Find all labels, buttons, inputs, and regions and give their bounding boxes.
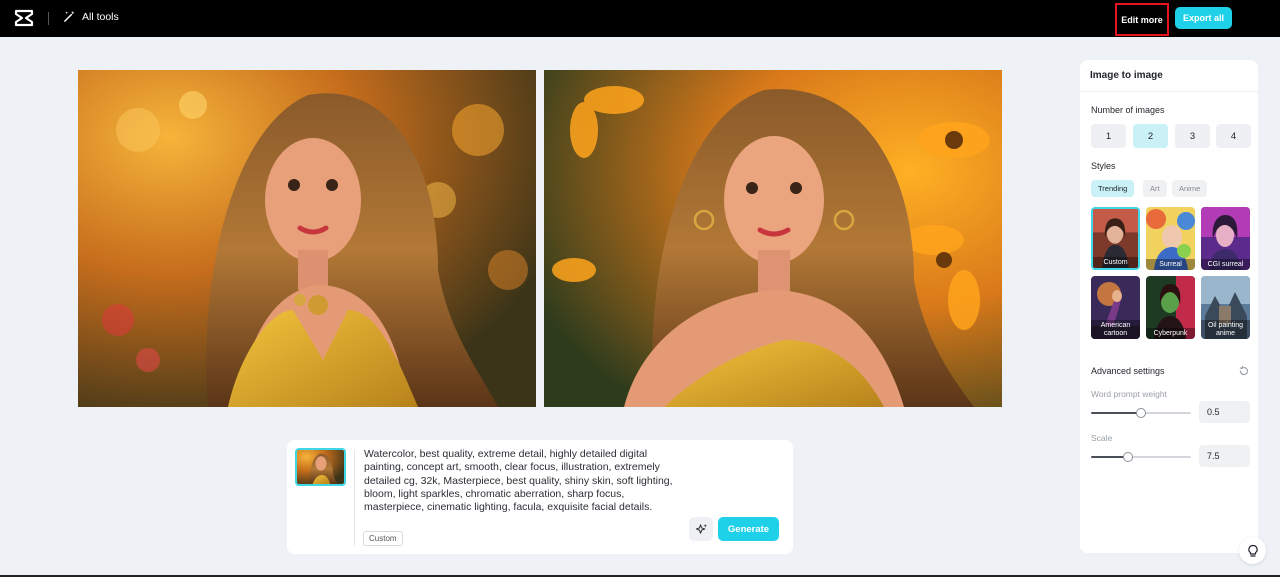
top-bar: All tools Edit more Export all — [0, 0, 1280, 37]
style-label-american-cartoon: American cartoon — [1091, 320, 1140, 339]
generate-button[interactable]: Generate — [718, 517, 779, 541]
advanced-settings-label: Advanced settings — [1091, 366, 1165, 376]
scale-input[interactable] — [1199, 445, 1250, 467]
export-all-button[interactable]: Export all — [1175, 7, 1232, 29]
style-tag: Custom — [363, 531, 403, 546]
panel-title: Image to image — [1090, 70, 1163, 81]
prompt-divider — [354, 450, 355, 546]
tab-art[interactable]: Art — [1143, 180, 1167, 197]
word-prompt-weight-input[interactable] — [1199, 401, 1250, 423]
thumbnail-portrait — [297, 450, 344, 484]
generated-image-1[interactable] — [78, 70, 536, 407]
style-label-cgi-surreal: CGI surreal — [1201, 258, 1250, 270]
word-prompt-weight-label: Word prompt weight — [1091, 389, 1167, 399]
count-option-4[interactable]: 4 — [1216, 124, 1251, 148]
word-prompt-weight-slider[interactable] — [1091, 408, 1191, 418]
scale-label: Scale — [1091, 433, 1113, 443]
slider-fill — [1091, 412, 1141, 414]
style-label-custom: Custom — [1093, 256, 1138, 268]
all-tools-label: All tools — [82, 10, 119, 23]
portrait-image-left — [78, 70, 536, 407]
lightbulb-icon — [1247, 544, 1258, 557]
style-option-oil-painting-anime[interactable]: Oil painting anime — [1201, 276, 1250, 339]
header-divider — [48, 12, 49, 25]
count-option-2[interactable]: 2 — [1133, 124, 1168, 148]
settings-panel: Image to image Number of images 1 2 3 4 … — [1080, 60, 1258, 553]
help-button[interactable] — [1239, 537, 1266, 564]
prompt-textarea[interactable]: Watercolor, best quality, extreme detail… — [364, 448, 676, 514]
slider-handle[interactable] — [1123, 452, 1133, 462]
style-label-surreal: Surreal — [1146, 258, 1195, 270]
style-option-custom[interactable]: Custom — [1091, 207, 1140, 270]
panel-divider — [1080, 91, 1258, 92]
styles-label: Styles — [1091, 161, 1116, 171]
all-tools-link[interactable]: All tools — [63, 10, 119, 23]
style-option-surreal[interactable]: Surreal — [1146, 207, 1195, 270]
sparkle-icon — [695, 523, 707, 534]
prompt-card: Watercolor, best quality, extreme detail… — [287, 440, 793, 554]
reference-image-thumbnail[interactable] — [295, 448, 346, 486]
edit-more-button[interactable]: Edit more — [1115, 3, 1169, 36]
generated-image-2[interactable] — [544, 70, 1002, 407]
count-option-3[interactable]: 3 — [1175, 124, 1210, 148]
style-option-cyberpunk[interactable]: Cyberpunk — [1146, 276, 1195, 339]
style-label-oil-painting-anime: Oil painting anime — [1201, 320, 1250, 339]
number-of-images-label: Number of images — [1091, 105, 1165, 115]
reset-icon[interactable] — [1238, 365, 1250, 377]
scale-slider[interactable] — [1091, 452, 1191, 462]
style-label-cyberpunk: Cyberpunk — [1146, 327, 1195, 339]
style-option-cgi-surreal[interactable]: CGI surreal — [1201, 207, 1250, 270]
style-option-american-cartoon[interactable]: American cartoon — [1091, 276, 1140, 339]
magic-wand-icon — [64, 10, 75, 22]
tab-anime[interactable]: Anime — [1172, 180, 1208, 197]
count-option-1[interactable]: 1 — [1091, 124, 1126, 148]
portrait-image-right — [544, 70, 1002, 407]
capcut-logo-icon[interactable] — [14, 9, 34, 27]
slider-handle[interactable] — [1136, 408, 1146, 418]
enhance-prompt-button[interactable] — [689, 517, 713, 541]
tab-trending[interactable]: Trending — [1091, 180, 1135, 197]
